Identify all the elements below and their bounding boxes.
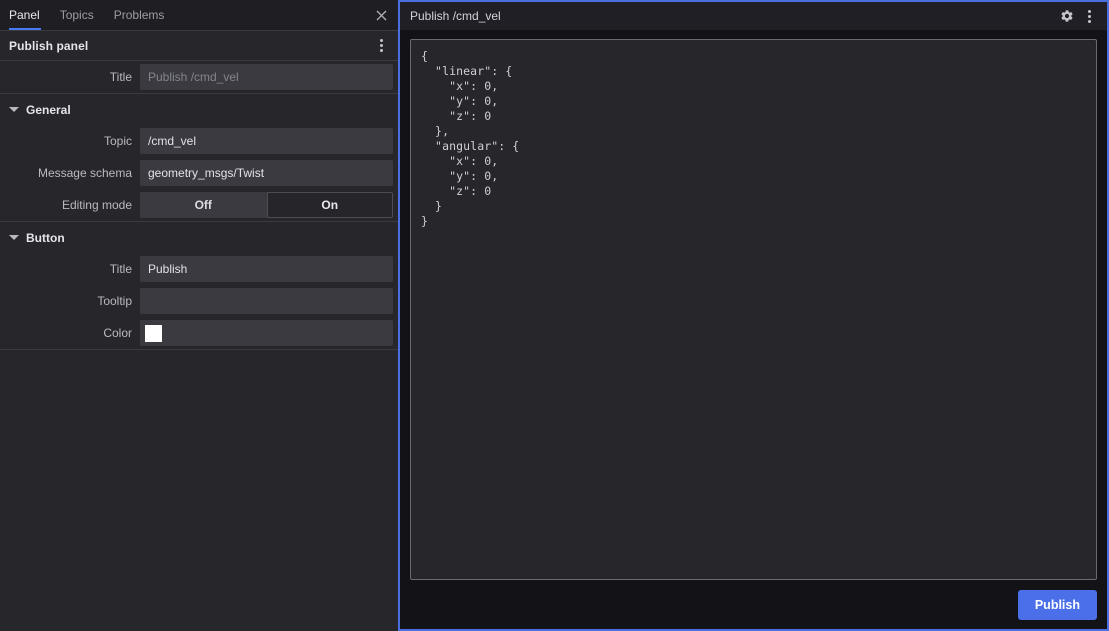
publish-panel-header: Publish /cmd_vel bbox=[400, 2, 1107, 30]
button-title-input[interactable]: Publish bbox=[140, 256, 393, 282]
panel-more-menu-button[interactable] bbox=[1078, 5, 1100, 27]
row-button-tooltip: Tooltip bbox=[0, 285, 398, 317]
section-button-title: Button bbox=[26, 230, 65, 245]
row-topic: Topic /cmd_vel bbox=[0, 125, 398, 157]
publish-panel-title: Publish /cmd_vel bbox=[410, 9, 501, 23]
row-button-color-label: Color bbox=[103, 325, 132, 340]
settings-empty-area bbox=[0, 349, 398, 631]
settings-sidebar: Panel Topics Problems Publish panel Titl… bbox=[0, 0, 398, 631]
panel-header: Publish panel bbox=[0, 31, 398, 61]
kebab-menu-icon bbox=[379, 38, 383, 53]
row-message-schema-label: Message schema bbox=[37, 165, 132, 180]
publish-button[interactable]: Publish bbox=[1017, 589, 1097, 620]
panel-menu-button[interactable] bbox=[368, 33, 394, 59]
row-button-tooltip-field bbox=[140, 288, 393, 314]
publish-panel: Publish /cmd_vel { "linear": {"x": 0, "… bbox=[398, 0, 1109, 631]
editing-mode-option-off[interactable]: Off bbox=[140, 192, 267, 218]
tab-topics[interactable]: Topics bbox=[50, 0, 104, 30]
close-icon bbox=[375, 9, 388, 22]
row-title-top-label: Title bbox=[109, 69, 132, 84]
message-schema-input[interactable]: geometry_msgs/Twist bbox=[140, 160, 393, 186]
row-button-title-label: Title bbox=[109, 261, 132, 276]
section-button: Button Title Publish Tooltip Color bbox=[0, 222, 398, 349]
section-general-header[interactable]: General bbox=[0, 94, 398, 125]
chevron-down-icon bbox=[9, 235, 19, 240]
row-message-schema-field: geometry_msgs/Twist bbox=[140, 160, 393, 186]
row-topic-field: /cmd_vel bbox=[140, 128, 393, 154]
tabbar-spacer bbox=[174, 0, 364, 30]
kebab-menu-icon bbox=[1087, 9, 1091, 24]
message-json-content: { "linear": { "x": 0, "y": 0, "z": 0 }, … bbox=[421, 49, 520, 228]
gear-icon bbox=[1060, 9, 1074, 23]
row-button-title-field: Publish bbox=[140, 256, 393, 282]
row-editing-mode-label: Editing mode bbox=[61, 197, 132, 212]
message-json-editor[interactable]: { "linear": { "x": 0, "y": 0, "z": 0 }, … bbox=[410, 39, 1097, 580]
row-message-schema: Message schema geometry_msgs/Twist bbox=[0, 157, 398, 189]
panel-title-input[interactable]: Publish /cmd_vel bbox=[140, 64, 393, 90]
tab-problems-label: Problems bbox=[113, 8, 165, 22]
tab-panel-label: Panel bbox=[9, 8, 40, 22]
button-color-field bbox=[140, 320, 393, 346]
row-title-top-field: Publish /cmd_vel bbox=[140, 64, 393, 90]
row-title-top: Title Publish /cmd_vel bbox=[0, 61, 398, 93]
section-button-header[interactable]: Button bbox=[0, 222, 398, 253]
chevron-down-icon bbox=[9, 107, 19, 112]
row-button-color: Color bbox=[0, 317, 398, 349]
tab-panel[interactable]: Panel bbox=[0, 0, 50, 30]
row-editing-mode-field: Off On bbox=[140, 192, 393, 218]
editing-mode-toggle: Off On bbox=[140, 192, 393, 218]
close-sidebar-button[interactable] bbox=[364, 0, 398, 30]
button-tooltip-input[interactable] bbox=[140, 288, 393, 314]
settings-title-block: Title Publish /cmd_vel bbox=[0, 61, 398, 94]
row-button-color-field bbox=[140, 320, 393, 346]
publish-panel-body: { "linear": { "x": 0, "y": 0, "z": 0 }, … bbox=[400, 30, 1107, 580]
editing-mode-option-on[interactable]: On bbox=[266, 192, 393, 218]
publish-panel-footer: Publish bbox=[400, 580, 1107, 629]
tab-problems[interactable]: Problems bbox=[104, 0, 175, 30]
color-swatch-button[interactable] bbox=[145, 324, 162, 342]
row-editing-mode: Editing mode Off On bbox=[0, 189, 398, 221]
settings-list: Title Publish /cmd_vel General Topic /cm… bbox=[0, 61, 398, 631]
row-button-title: Title Publish bbox=[0, 253, 398, 285]
panel-settings-button[interactable] bbox=[1056, 5, 1078, 27]
topic-input[interactable]: /cmd_vel bbox=[140, 128, 393, 154]
row-button-tooltip-label: Tooltip bbox=[97, 293, 132, 308]
sidebar-tabbar: Panel Topics Problems bbox=[0, 0, 398, 31]
section-general-title: General bbox=[26, 102, 71, 117]
panel-title: Publish panel bbox=[9, 38, 89, 53]
tab-topics-label: Topics bbox=[59, 8, 94, 22]
section-general: General Topic /cmd_vel Message schema ge… bbox=[0, 94, 398, 222]
row-topic-label: Topic bbox=[103, 133, 132, 148]
app-root: Panel Topics Problems Publish panel Titl… bbox=[0, 0, 1109, 631]
